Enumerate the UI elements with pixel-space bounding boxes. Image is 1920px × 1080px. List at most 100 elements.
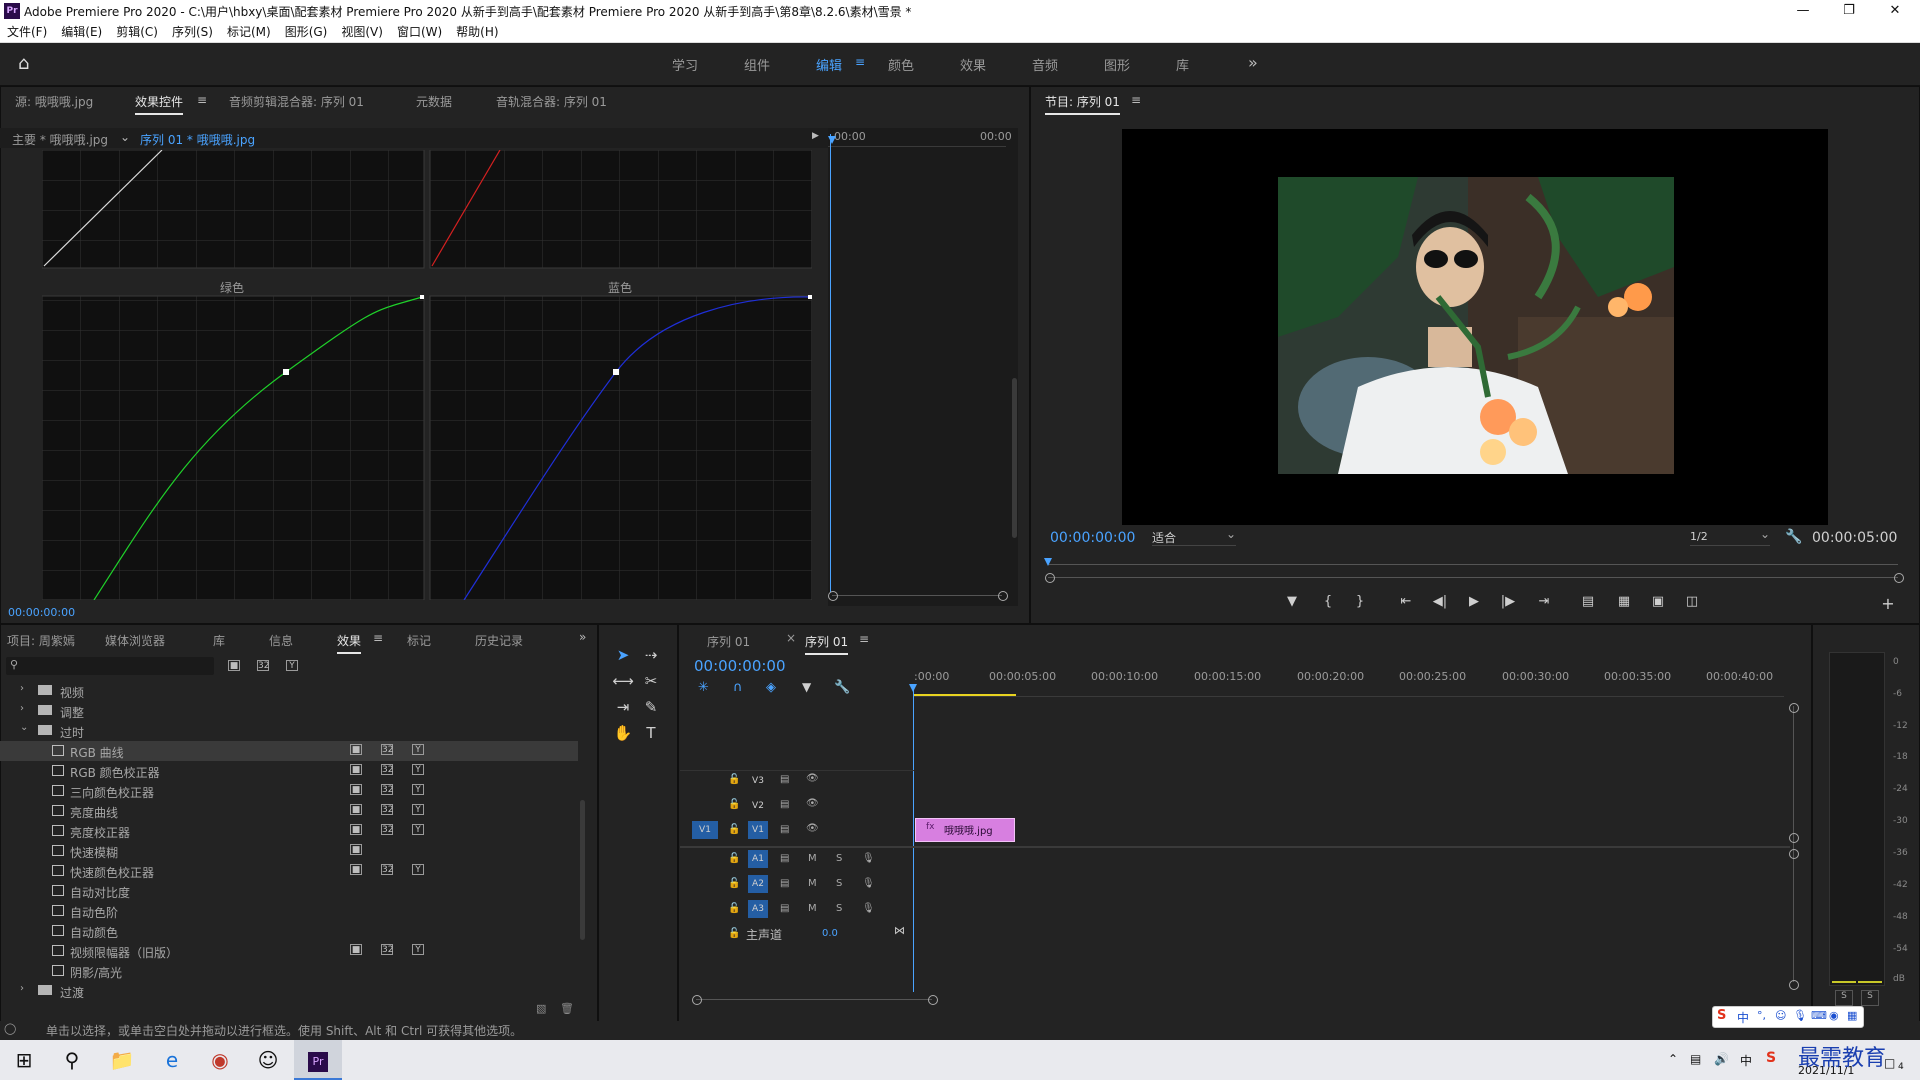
program-zoom-handle-left[interactable] [1045, 573, 1055, 583]
blue-curve-point[interactable] [613, 369, 619, 375]
nest-sequence-icon[interactable]: ✳ [698, 680, 709, 695]
mark-in-icon[interactable]: { [1318, 594, 1338, 609]
zoom-handle-right[interactable] [998, 591, 1008, 601]
go-to-in-out-icon[interactable]: ⋈ [894, 924, 905, 937]
timeline-settings-icon[interactable]: 🔧 [834, 680, 850, 695]
add-marker-icon[interactable]: ▼ [802, 680, 811, 694]
step-forward-icon[interactable]: |▶ [1498, 594, 1518, 609]
sync-lock-icon[interactable]: ▤ [780, 799, 789, 810]
timeline-ruler[interactable] [914, 686, 1784, 697]
windows-start-icon[interactable]: ⊞ [0, 1040, 48, 1080]
step-back-icon[interactable]: ◀| [1430, 594, 1450, 609]
chevron-right-icon[interactable]: › [20, 983, 24, 994]
mini-zoom-bar[interactable] [832, 595, 1002, 596]
program-current-timecode[interactable]: 00:00:00:00 [1050, 530, 1135, 546]
track-label-a3[interactable]: A3 [748, 900, 768, 918]
effect-rgb-curves[interactable]: RGB 曲线 ■ 32 Y [0, 741, 578, 761]
add-button-icon[interactable]: + [1878, 594, 1898, 613]
razor-tool-icon[interactable]: ✂ [640, 670, 662, 692]
close-tab-icon[interactable]: × [786, 631, 796, 645]
hand-tool-icon[interactable]: ✋ [612, 722, 634, 744]
v-scroll-handle[interactable] [1789, 833, 1799, 843]
tab-source[interactable]: 源: 哦哦哦.jpg [15, 93, 93, 110]
program-zoom-bar[interactable] [1048, 577, 1898, 578]
chevron-right-icon[interactable]: › [20, 683, 24, 694]
menu-edit[interactable]: 编辑(E) [54, 22, 109, 42]
photo-app-icon[interactable]: ☺ [244, 1040, 292, 1080]
pen-tool-icon[interactable]: ✎ [640, 696, 662, 718]
timeline-clip[interactable]: fx 哦哦哦.jpg [915, 818, 1015, 842]
mini-playhead[interactable] [830, 134, 831, 592]
tab-media-browser[interactable]: 媒体浏览器 [105, 632, 165, 649]
sync-lock-icon[interactable]: ▤ [780, 878, 789, 889]
track-label-v3[interactable]: V3 [748, 772, 768, 790]
effect-auto-levels[interactable]: 自动色阶 [0, 901, 578, 921]
more-workspaces-icon[interactable]: » [1248, 53, 1258, 72]
tab-effects[interactable]: 效果 [337, 632, 362, 654]
workspace-tab-editing[interactable]: 编辑 [816, 55, 842, 74]
folder-transitions[interactable]: › 过渡 [0, 981, 578, 1001]
panel-menu-icon[interactable]: ≡ [197, 93, 207, 107]
go-to-out-icon[interactable]: ⇥ [1534, 594, 1554, 609]
sync-lock-icon[interactable]: ▤ [780, 853, 789, 864]
keyboard-icon[interactable]: ⌨ [1811, 1009, 1827, 1022]
tab-audio-clip-mixer[interactable]: 音频剪辑混合器: 序列 01 [229, 93, 364, 110]
timeline-playhead-handle[interactable] [909, 684, 917, 692]
workspace-tab-learn[interactable]: 学习 [672, 55, 698, 74]
workspace-menu-icon[interactable]: ≡ [855, 55, 865, 69]
volume-icon[interactable]: 🔊 [1714, 1052, 1729, 1066]
punctuation-icon[interactable]: °, [1757, 1009, 1766, 1022]
compare-view-icon[interactable]: ◫ [1682, 594, 1702, 609]
zoom-handle-left[interactable] [828, 591, 838, 601]
tab-libraries[interactable]: 库 [213, 632, 225, 649]
yuv-effects-filter-icon[interactable]: Y [286, 660, 298, 671]
sequence-clip-label[interactable]: 序列 01 * 哦哦哦.jpg [140, 131, 255, 148]
solo-left-button[interactable]: S [1835, 990, 1853, 1006]
effect-controls-timecode[interactable]: 00:00:00:00 [8, 606, 75, 619]
lock-icon[interactable]: 🔓 [728, 928, 740, 939]
go-to-in-icon[interactable]: ⇤ [1396, 594, 1416, 609]
tab-markers[interactable]: 标记 [407, 632, 431, 649]
tab-effect-controls[interactable]: 效果控件 [135, 93, 184, 115]
v-scroll-handle[interactable] [1789, 849, 1799, 859]
lock-icon[interactable]: 🔓 [728, 774, 740, 785]
h-scroll-handle-right[interactable] [928, 995, 938, 1005]
new-bin-icon[interactable]: ▧ [536, 1002, 546, 1015]
v-scroll-handle[interactable] [1789, 980, 1799, 990]
work-area-bar[interactable] [914, 694, 1016, 696]
ime-indicator[interactable]: 中 [1740, 1052, 1752, 1069]
workspace-tab-color[interactable]: 颜色 [888, 55, 914, 74]
slip-tool-icon[interactable]: ⇥ [612, 696, 634, 718]
wrench-icon[interactable]: 🔧 [1785, 529, 1802, 545]
chevron-down-icon[interactable]: ⌄ [120, 130, 130, 144]
extract-icon[interactable]: ▦ [1614, 594, 1634, 609]
home-icon[interactable]: ⌂ [18, 53, 40, 75]
close-button[interactable]: ✕ [1872, 0, 1918, 22]
lock-icon[interactable]: 🔓 [728, 799, 740, 810]
linked-selection-icon[interactable]: ◈ [766, 680, 776, 695]
toolbox-icon[interactable]: ▦ [1847, 1009, 1857, 1022]
effect-video-limiter-legacy[interactable]: 视频限幅器（旧版） ■ 32 Y [0, 941, 578, 961]
workspace-tab-effects[interactable]: 效果 [960, 55, 986, 74]
mark-out-icon[interactable]: } [1350, 594, 1370, 609]
mute-button[interactable]: M [808, 878, 817, 889]
play-icon[interactable]: ▶ [1464, 594, 1484, 609]
chevron-down-icon[interactable]: ⌄ [20, 722, 28, 733]
program-ruler[interactable] [1048, 564, 1898, 565]
add-marker-icon[interactable]: ▼ [1282, 594, 1302, 609]
track-label-v1[interactable]: V1 [748, 821, 768, 839]
trash-icon[interactable]: 🗑 [560, 1002, 574, 1015]
sync-lock-icon[interactable]: ▤ [780, 774, 789, 785]
resolution-dropdown[interactable]: 1/2 ⌄ [1690, 527, 1770, 546]
skin-icon[interactable]: ◉ [1829, 1009, 1839, 1022]
type-tool-icon[interactable]: T [640, 722, 662, 744]
lock-icon[interactable]: 🔓 [728, 853, 740, 864]
fit-dropdown[interactable]: 适合 ⌄ [1152, 527, 1236, 546]
effect-luma-corrector[interactable]: 亮度校正器 ■ 32 Y [0, 821, 578, 841]
lock-icon[interactable]: 🔓 [728, 824, 740, 835]
program-playhead[interactable] [1044, 558, 1052, 566]
notification-icon[interactable]: □ [1884, 1056, 1895, 1070]
maximize-button[interactable]: ❐ [1826, 0, 1872, 22]
effects-scrollbar[interactable] [580, 800, 585, 940]
tab-audio-track-mixer[interactable]: 音轨混合器: 序列 01 [496, 93, 607, 110]
